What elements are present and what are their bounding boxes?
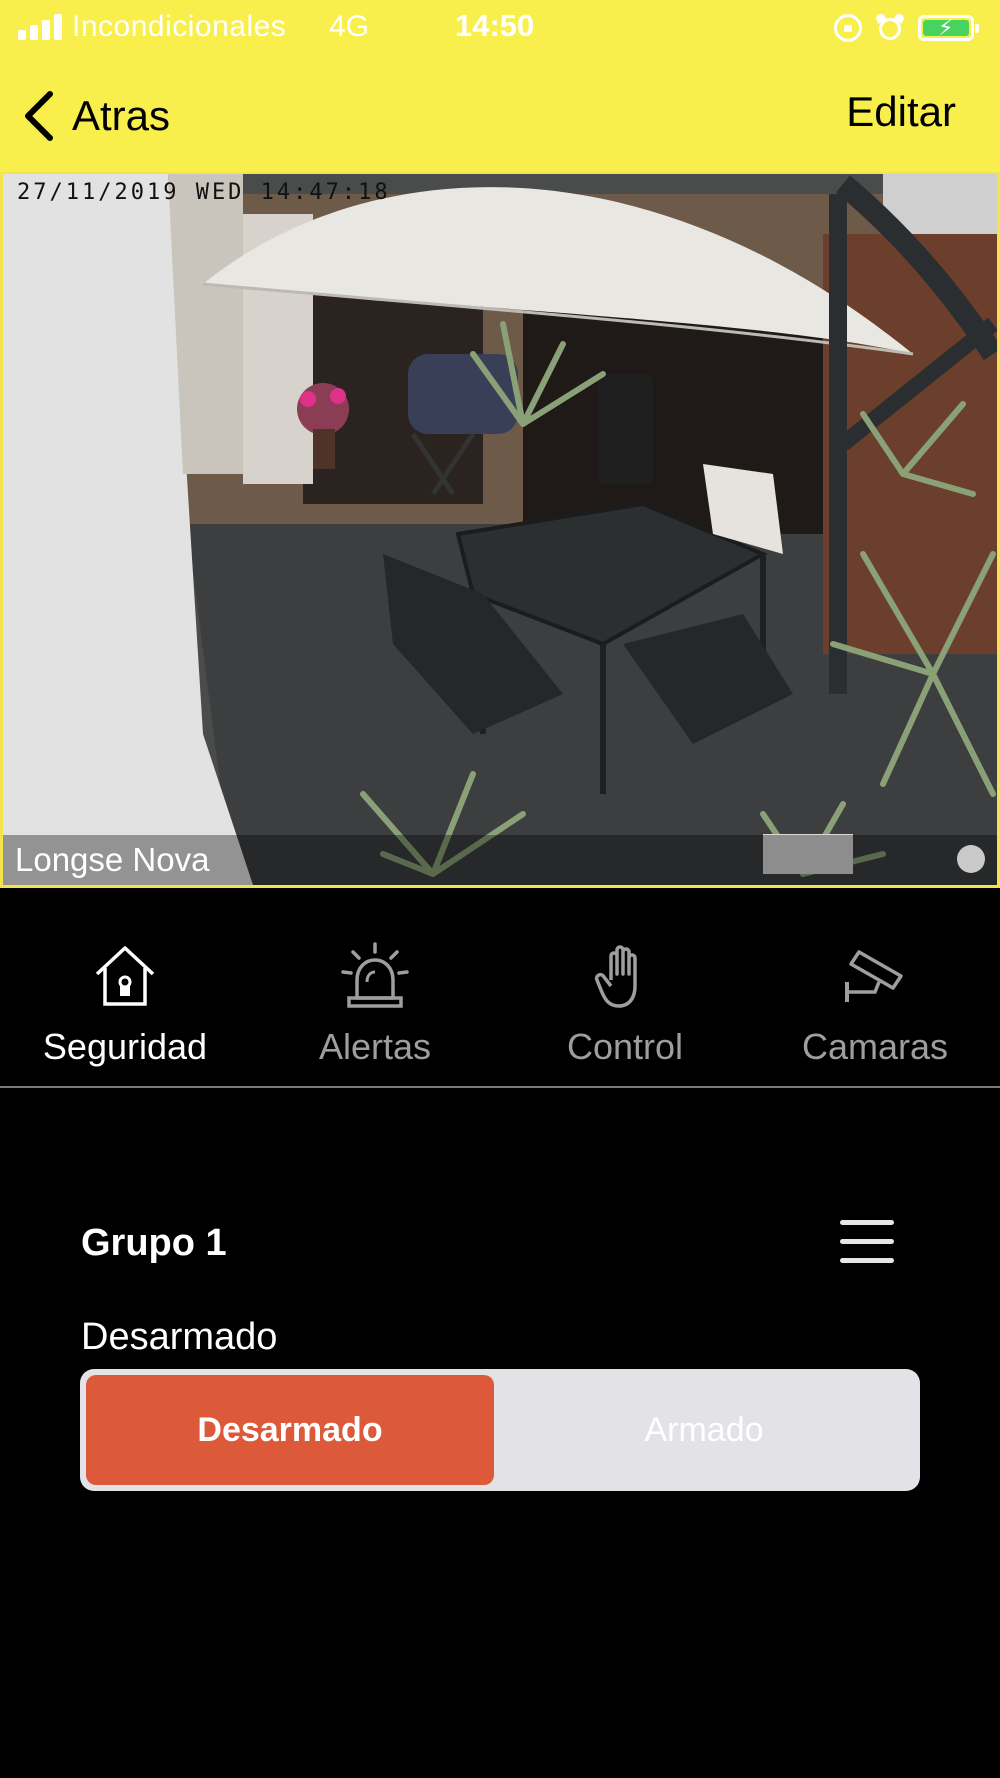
alarm-clock-icon [874, 12, 906, 42]
chevron-left-icon [25, 91, 53, 141]
edit-button[interactable]: Editar [846, 88, 956, 136]
tab-seguridad[interactable]: Seguridad [0, 888, 250, 1086]
security-camera-icon [845, 950, 903, 1002]
tab-label-seguridad: Seguridad [42, 1026, 208, 1067]
camera-live-view[interactable]: 27/11/2019 WED 14:47:18 Longse Nova [0, 172, 1000, 888]
tab-label-alertas: Alertas [318, 1026, 432, 1067]
disarmed-segment[interactable]: Desarmado [86, 1375, 494, 1485]
status-bar: Incondicionales 4G 14:50 ⚡ [0, 0, 1000, 56]
group-menu-button[interactable] [840, 1220, 894, 1264]
battery-icon: ⚡ [918, 15, 979, 41]
signal-icon [18, 14, 64, 40]
back-label: Atras [72, 92, 171, 139]
app-header: Incondicionales 4G 14:50 ⚡ Atras Editar [0, 0, 1000, 172]
house-lock-icon [95, 946, 155, 1006]
navigation-bar: Atras Editar [0, 70, 1000, 160]
group-title: Grupo 1 [81, 1222, 227, 1264]
arm-mode-segmented-control: Desarmado Armado [80, 1369, 920, 1491]
camera-timestamp: 27/11/2019 WED 14:47:18 [17, 180, 391, 205]
armed-segment[interactable]: Armado [500, 1375, 908, 1485]
tab-label-control: Control [566, 1026, 684, 1067]
tab-label-camaras: Camaras [801, 1026, 949, 1067]
camera-name: Longse Nova [15, 841, 210, 878]
tab-control[interactable]: Control [500, 888, 750, 1086]
group-status-label: Desarmado [81, 1316, 278, 1358]
section-tabs: Seguridad Alertas Control Camaras [0, 888, 1000, 1088]
status-time: 14:50 [455, 8, 535, 43]
rotation-lock-icon [834, 14, 862, 42]
back-button[interactable]: Atras [18, 86, 170, 146]
camera-feed-image [3, 174, 997, 885]
hand-icon [594, 945, 637, 1008]
status-icons: ⚡ [834, 10, 979, 46]
camera-status-dot [957, 845, 985, 873]
siren-icon [341, 942, 409, 1008]
carrier-name: Incondicionales [72, 10, 287, 43]
network-type: 4G [329, 10, 370, 43]
tab-camaras[interactable]: Camaras [750, 888, 1000, 1086]
tab-alertas[interactable]: Alertas [250, 888, 500, 1086]
